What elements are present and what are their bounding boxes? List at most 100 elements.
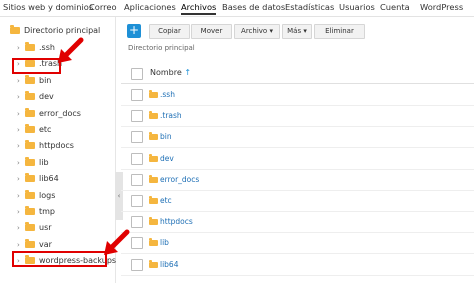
folder-icon (25, 222, 35, 232)
folder-icon (149, 238, 158, 247)
file-name-link[interactable]: lib64 (149, 259, 179, 269)
table-row[interactable]: etc (121, 190, 474, 212)
chevron-right-icon[interactable]: › (17, 241, 25, 249)
file-name-link[interactable]: httpdocs (149, 217, 193, 226)
chevron-right-icon[interactable]: › (17, 159, 25, 167)
column-name-header[interactable]: Nombre ↑ (150, 68, 191, 77)
tree-root-label: Directorio principal (24, 26, 101, 35)
file-name-link[interactable]: lib (149, 238, 169, 247)
tree-root[interactable]: Directorio principal (10, 25, 101, 35)
file-name: lib64 (160, 259, 179, 269)
table-row[interactable]: lib (121, 232, 474, 255)
row-checkbox[interactable] (131, 258, 143, 271)
file-name-link[interactable]: .ssh (149, 90, 175, 99)
delete-button[interactable]: Eliminar (314, 24, 365, 39)
select-all-checkbox[interactable] (131, 68, 143, 80)
file-name-link[interactable]: etc (149, 196, 172, 205)
row-checkbox[interactable] (131, 237, 143, 250)
file-name: lib (160, 238, 169, 248)
tree-item[interactable]: › error_docs (17, 107, 81, 121)
row-checkbox[interactable] (131, 195, 143, 207)
tree-item[interactable]: › logs (17, 189, 56, 203)
copy-button[interactable]: Copiar (149, 24, 190, 39)
tree-item-label: .ssh (39, 43, 55, 52)
chevron-right-icon[interactable]: › (17, 142, 25, 150)
row-checkbox[interactable] (131, 216, 143, 229)
tree-item[interactable]: › httpdocs (17, 140, 74, 153)
tree-item[interactable]: › .ssh (17, 42, 55, 55)
tree-item[interactable]: › lib (17, 156, 49, 170)
arrow-icon (104, 229, 130, 255)
folder-icon (25, 140, 35, 150)
chevron-right-icon[interactable]: › (17, 224, 25, 232)
file-name-link[interactable]: .trash (149, 111, 182, 120)
tree-item-label: tmp (39, 207, 56, 216)
more-menu-button[interactable]: Más ▾ (282, 24, 312, 39)
file-name: .ssh (160, 90, 175, 99)
table-row[interactable]: dev (121, 148, 474, 170)
folder-icon (149, 90, 158, 98)
folder-icon (149, 196, 158, 204)
row-checkbox[interactable] (131, 89, 143, 101)
tab-wordpress[interactable]: WordPress (420, 2, 463, 12)
file-name: error_docs (160, 174, 200, 184)
tab-correo[interactable]: Correo (89, 2, 117, 12)
chevron-right-icon[interactable]: › (17, 44, 25, 52)
folder-icon (25, 206, 35, 215)
chevron-right-icon[interactable]: › (17, 126, 25, 134)
table-row[interactable]: httpdocs (121, 211, 474, 234)
table-row[interactable]: lib64 (121, 254, 474, 276)
folder-icon (25, 124, 35, 133)
tree-item-label: var (39, 239, 52, 249)
tree-item[interactable]: › usr (17, 222, 52, 235)
file-name-link[interactable]: dev (149, 153, 174, 163)
chevron-right-icon[interactable]: › (17, 192, 25, 200)
chevron-right-icon[interactable]: › (17, 208, 25, 216)
file-name-link[interactable]: error_docs (149, 174, 200, 184)
tree-item[interactable]: › tmp (17, 206, 56, 219)
column-name-label: Nombre (150, 68, 182, 77)
chevron-right-icon[interactable]: › (17, 93, 25, 101)
tab-cuenta[interactable]: Cuenta (380, 2, 410, 12)
table-row[interactable]: bin (121, 126, 474, 149)
highlight-trash (12, 58, 61, 74)
chevron-right-icon[interactable]: › (17, 110, 25, 118)
tree-item[interactable]: › bin (17, 74, 52, 88)
tree-item-label: lib64 (39, 174, 59, 184)
folder-icon (149, 174, 158, 183)
file-name-link[interactable]: bin (149, 132, 172, 141)
tab-bases-de-datos[interactable]: Bases de datos (222, 2, 285, 12)
row-checkbox[interactable] (131, 152, 143, 165)
table-row[interactable]: error_docs (121, 169, 474, 191)
tree-item[interactable]: › lib64 (17, 173, 59, 186)
tree-item[interactable]: › etc (17, 124, 51, 137)
chevron-right-icon[interactable]: › (17, 77, 25, 85)
folder-icon (25, 189, 35, 199)
chevron-right-icon[interactable]: › (17, 175, 25, 183)
tree-item-label: httpdocs (39, 141, 74, 151)
tree-item-label: logs (39, 190, 56, 200)
folder-icon (25, 91, 35, 101)
breadcrumb[interactable]: Directorio principal (128, 44, 195, 52)
tab-sitios[interactable]: Sitios web y dominios (3, 2, 93, 12)
tab-archivos[interactable]: Archivos (181, 2, 217, 15)
tab-usuarios[interactable]: Usuarios (339, 2, 375, 12)
tab-estadisticas[interactable]: Estadísticas (285, 2, 334, 12)
tab-aplicaciones[interactable]: Aplicaciones (124, 2, 176, 12)
table-row[interactable]: .trash (121, 105, 474, 128)
tree-item-label: bin (39, 75, 52, 85)
row-checkbox[interactable] (131, 173, 143, 186)
folder-icon (25, 173, 35, 183)
tree-item[interactable]: › var (17, 238, 52, 252)
folder-icon (25, 238, 35, 248)
tree-item[interactable]: › dev (17, 91, 54, 104)
row-checkbox[interactable] (131, 110, 143, 123)
folder-icon (149, 153, 158, 162)
top-nav: Sitios web y dominios Correo Aplicacione… (0, 0, 474, 17)
row-checkbox[interactable] (131, 131, 143, 144)
file-name: etc (160, 196, 172, 205)
move-button[interactable]: Mover (191, 24, 232, 39)
table-row[interactable]: .ssh (121, 84, 474, 106)
file-menu-button[interactable]: Archivo ▾ (234, 24, 280, 39)
add-button[interactable]: + (127, 24, 141, 38)
